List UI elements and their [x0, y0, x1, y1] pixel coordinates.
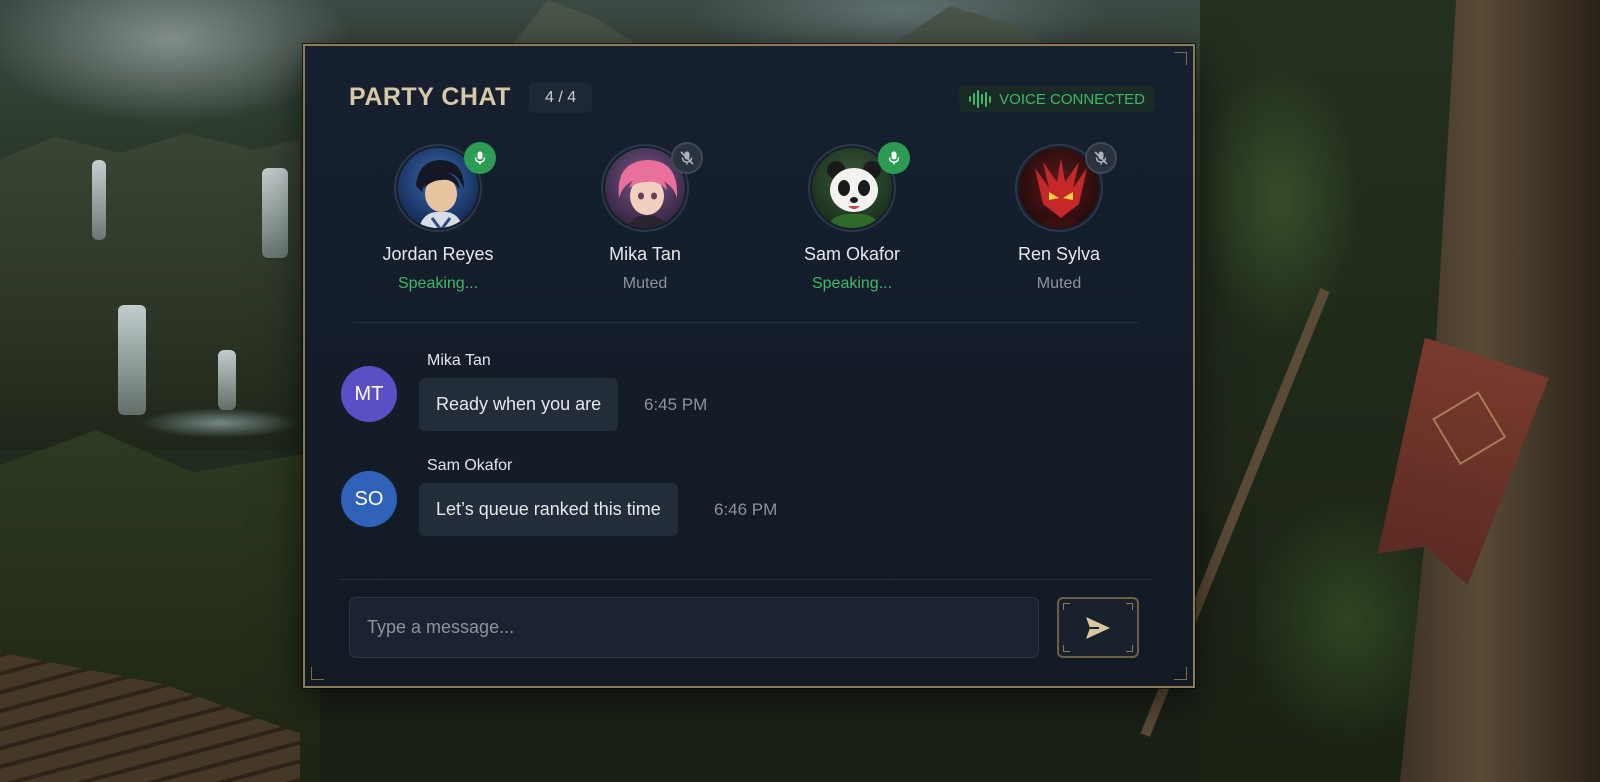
member-status: Muted: [1036, 275, 1082, 292]
avatar: [1015, 142, 1117, 232]
party-member-ren[interactable]: Ren Sylva Muted: [959, 142, 1159, 293]
message-input[interactable]: [349, 597, 1039, 658]
member-name: Jordan Reyes: [382, 244, 494, 264]
mic-on-icon: [464, 142, 496, 174]
send-icon: [1086, 616, 1110, 639]
mic-muted-icon: [671, 142, 703, 174]
sender-avatar: MT: [341, 366, 397, 422]
divider: [339, 579, 1153, 580]
message-bubble: Let’s queue ranked this time: [419, 483, 678, 536]
corner-ornament: [1174, 667, 1187, 680]
mic-muted-icon: [1085, 142, 1117, 174]
avatar: [601, 142, 703, 232]
corner-ornament: [311, 667, 324, 680]
sender-avatar: SO: [341, 471, 397, 527]
sender-name: Mika Tan: [427, 352, 491, 369]
member-status: Speaking...: [811, 275, 893, 292]
corner-ornament: [1174, 52, 1187, 65]
divider: [353, 322, 1139, 323]
message-time: 6:46 PM: [714, 500, 778, 519]
party-member-mika[interactable]: Mika Tan Muted: [545, 142, 745, 293]
member-name: Sam Okafor: [803, 244, 901, 264]
voice-wave-icon: [969, 90, 992, 108]
message-bubble: Ready when you are: [419, 378, 619, 431]
message-time: 6:45 PM: [644, 395, 708, 414]
party-chat-panel: PARTY CHAT 4 / 4 VOICE CONNECTED Jordan …: [303, 44, 1195, 688]
voice-status-badge[interactable]: VOICE CONNECTED: [959, 86, 1155, 112]
member-name: Ren Sylva: [1017, 244, 1101, 264]
member-status: Muted: [622, 275, 668, 292]
send-button[interactable]: [1057, 597, 1139, 658]
member-name: Mika Tan: [609, 244, 681, 264]
avatar: [394, 142, 496, 232]
voice-status-label: VOICE CONNECTED: [999, 90, 1145, 108]
party-member-sam[interactable]: Sam Okafor Speaking...: [752, 142, 952, 293]
mic-on-icon: [878, 142, 910, 174]
member-status: Speaking...: [397, 275, 479, 292]
party-member-jordan[interactable]: Jordan Reyes Speaking...: [338, 142, 538, 293]
party-count-badge: 4 / 4: [529, 82, 593, 113]
party-members: Jordan Reyes Speaking... Mika Tan Muted …: [305, 142, 1193, 314]
avatar: [808, 142, 910, 232]
sender-name: Sam Okafor: [427, 457, 513, 474]
panel-title: PARTY CHAT: [349, 83, 511, 111]
